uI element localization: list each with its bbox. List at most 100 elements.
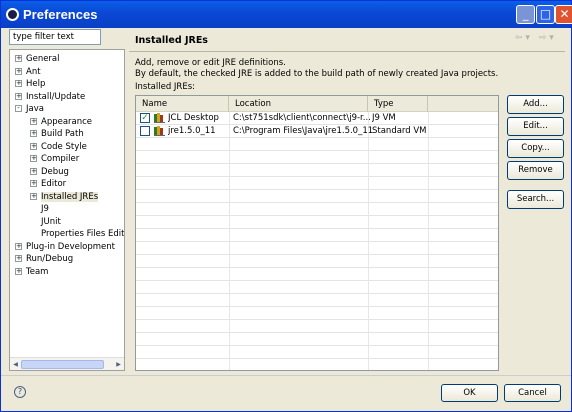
empty-row bbox=[136, 359, 498, 370]
table-label: Installed JREs: bbox=[135, 82, 195, 92]
tree-item-label: Installed JREs bbox=[41, 191, 99, 202]
bottom-separator bbox=[1, 375, 571, 376]
tree-item[interactable]: + Appearance bbox=[30, 116, 92, 128]
tree-item-label: Appearance bbox=[41, 116, 93, 127]
tree-item-label: Editor bbox=[41, 179, 67, 189]
page-title: Installed JREs bbox=[135, 35, 208, 46]
expand-icon[interactable]: + bbox=[15, 67, 22, 75]
tree-item-label: Properties Files Edito bbox=[41, 229, 125, 239]
empty-row bbox=[136, 151, 498, 164]
forward-arrow-icon[interactable]: ⇨ ▾ bbox=[539, 33, 554, 43]
minimize-button[interactable]: _ bbox=[516, 5, 535, 24]
tree-item[interactable]: + Compiler bbox=[30, 153, 79, 165]
copy-button[interactable]: Copy... bbox=[507, 139, 564, 158]
tree-item-label: General bbox=[26, 54, 60, 64]
column-header-type[interactable]: Type bbox=[368, 96, 428, 112]
close-button[interactable]: ✕ bbox=[555, 5, 572, 24]
column-header-location[interactable]: Location bbox=[229, 96, 368, 112]
empty-row bbox=[136, 216, 498, 229]
empty-row bbox=[136, 346, 498, 359]
expand-icon[interactable]: + bbox=[15, 242, 22, 250]
tree-item-label: Compiler bbox=[41, 154, 80, 164]
tree-item[interactable]: + Ant bbox=[15, 66, 41, 78]
tree-item[interactable]: - Java bbox=[15, 103, 44, 115]
edit-button[interactable]: Edit... bbox=[507, 117, 564, 136]
title-separator bbox=[129, 51, 565, 52]
tree-item[interactable]: + Editor bbox=[30, 178, 66, 190]
tree-item[interactable]: + Debug bbox=[30, 166, 69, 178]
expand-icon[interactable]: + bbox=[30, 167, 37, 175]
empty-row bbox=[136, 242, 498, 255]
tree-item[interactable]: + Build Path bbox=[30, 128, 84, 140]
tree-item[interactable]: Properties Files Edito bbox=[30, 228, 125, 240]
jre-library-icon bbox=[154, 113, 165, 123]
expand-icon[interactable]: + bbox=[30, 142, 37, 150]
jre-table: Name Location Type ✓ JCL Desktop C:\st751s… bbox=[135, 95, 499, 371]
title-bar[interactable]: Preferences _ □ ✕ bbox=[1, 1, 572, 28]
expand-icon[interactable]: + bbox=[15, 92, 22, 100]
ok-button[interactable]: OK bbox=[441, 384, 498, 402]
empty-row bbox=[136, 333, 498, 346]
table-row[interactable]: jre1.5.0_11 C:\Program Files\Java\jre1.5.… bbox=[136, 125, 498, 138]
tree-item[interactable]: J9 bbox=[30, 203, 49, 215]
tree-item-label: JUnit bbox=[41, 216, 61, 227]
collapse-icon[interactable]: - bbox=[15, 105, 22, 112]
jre-library-icon bbox=[154, 126, 165, 136]
help-icon[interactable]: ? bbox=[14, 386, 26, 398]
tree-item[interactable]: + Installed JREs bbox=[30, 191, 99, 203]
tree-item-label: Plug-in Development bbox=[26, 241, 116, 252]
tree-item[interactable]: + General bbox=[15, 53, 60, 65]
jre-checkbox[interactable] bbox=[140, 126, 150, 136]
back-arrow-icon[interactable]: ⇦ ▾ bbox=[515, 33, 530, 43]
preferences-window: Preferences _ □ ✕ + General + Ant + Help + Inst… bbox=[0, 0, 572, 412]
tree-item-label: J9 bbox=[41, 204, 49, 214]
empty-row bbox=[136, 268, 498, 281]
expand-icon[interactable]: + bbox=[30, 130, 37, 137]
tree-item[interactable]: + Install/Update bbox=[15, 91, 85, 103]
scroll-right-icon[interactable]: ▶ bbox=[113, 359, 124, 370]
column-header-name[interactable]: Name bbox=[136, 96, 229, 112]
table-row[interactable]: ✓ JCL Desktop C:\st751sdk\client\connect\j… bbox=[136, 112, 498, 125]
tree-item[interactable]: JUnit bbox=[30, 216, 61, 228]
empty-row bbox=[136, 164, 498, 177]
empty-row bbox=[136, 229, 498, 242]
filter-input[interactable] bbox=[9, 29, 101, 45]
search-button[interactable]: Search... bbox=[507, 190, 564, 209]
page-nav: ⇦ ▾ ⇨ ▾ bbox=[515, 33, 554, 43]
remove-button[interactable]: Remove bbox=[507, 161, 564, 180]
empty-row bbox=[136, 307, 498, 320]
expand-icon[interactable]: + bbox=[15, 255, 22, 262]
empty-row bbox=[136, 281, 498, 294]
empty-row bbox=[136, 177, 498, 190]
scroll-thumb[interactable] bbox=[21, 360, 104, 369]
jre-checkbox[interactable]: ✓ bbox=[140, 113, 150, 123]
tree-item[interactable]: + Team bbox=[15, 266, 48, 278]
description-line-1: Add, remove or edit JRE definitions. bbox=[135, 58, 286, 68]
tree-item[interactable]: + Run/Debug bbox=[15, 253, 73, 265]
expand-icon[interactable]: + bbox=[30, 192, 37, 200]
tree-horizontal-scrollbar[interactable]: ◀ ▶ bbox=[10, 357, 124, 370]
description-line-2: By default, the checked JRE is added to … bbox=[135, 69, 499, 79]
expand-icon[interactable]: + bbox=[30, 180, 37, 187]
empty-row bbox=[136, 320, 498, 333]
scroll-left-icon[interactable]: ◀ bbox=[10, 359, 21, 370]
expand-icon[interactable]: + bbox=[15, 80, 22, 87]
tree-item[interactable]: + Code Style bbox=[30, 141, 87, 153]
maximize-button[interactable]: □ bbox=[536, 5, 555, 24]
empty-row bbox=[136, 255, 498, 268]
tree-item[interactable]: + Help bbox=[15, 78, 45, 90]
tree-item-label: Team bbox=[26, 266, 49, 277]
expand-icon[interactable]: + bbox=[15, 267, 22, 275]
tree-item-label: Help bbox=[26, 79, 46, 89]
preferences-tree: + General + Ant + Help + Install/Update - Java + Ap… bbox=[9, 49, 125, 371]
expand-icon[interactable]: + bbox=[30, 117, 37, 125]
tree-item[interactable]: + Plug-in Development bbox=[15, 241, 115, 253]
empty-row bbox=[136, 138, 498, 151]
tree-item-label: Install/Update bbox=[26, 91, 86, 102]
column-header-filler bbox=[428, 96, 498, 112]
expand-icon[interactable]: + bbox=[15, 55, 22, 62]
expand-icon[interactable]: + bbox=[30, 155, 37, 162]
add-button[interactable]: Add... bbox=[507, 95, 564, 114]
tree-item-label: Code Style bbox=[41, 141, 87, 152]
cancel-button[interactable]: Cancel bbox=[504, 384, 561, 402]
